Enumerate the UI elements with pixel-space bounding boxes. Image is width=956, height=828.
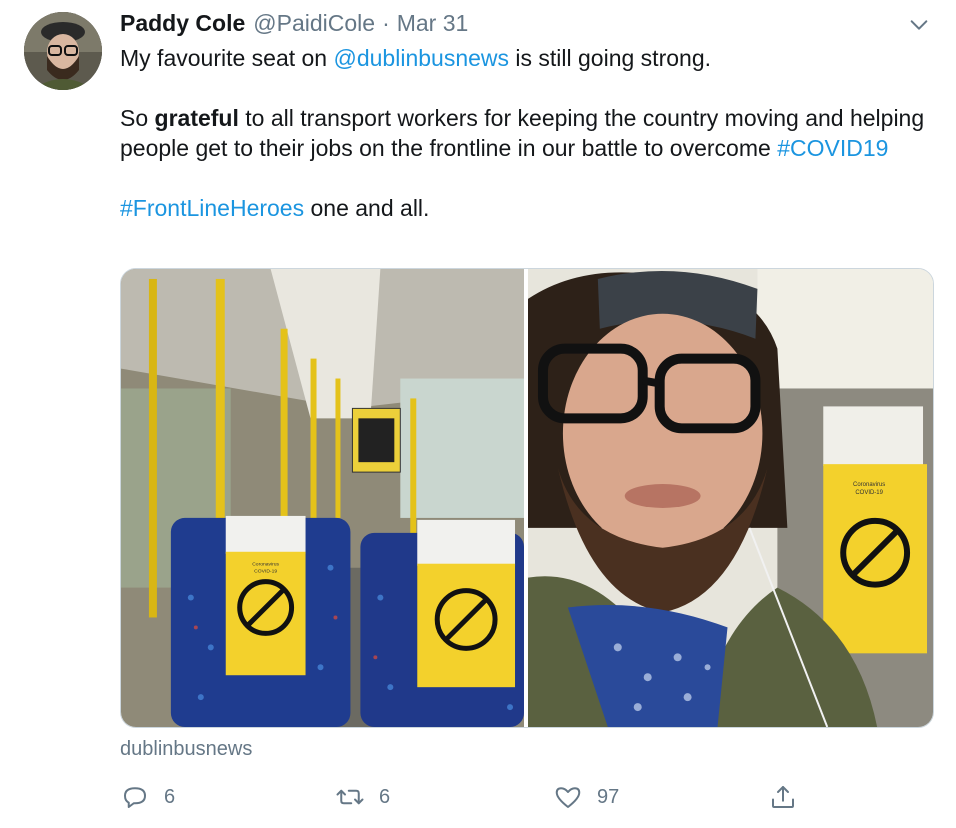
- avatar-image: [24, 12, 102, 90]
- hashtag-covid19[interactable]: #COVID19: [777, 135, 888, 161]
- author-handle[interactable]: @PaidiCole: [253, 10, 375, 37]
- like-button[interactable]: 97: [553, 780, 619, 814]
- separator-dot: ·: [382, 10, 390, 36]
- reply-icon: [124, 787, 146, 808]
- retweet-button[interactable]: 6: [335, 780, 390, 814]
- tweet-line-3: #FrontLineHeroes one and all.: [120, 195, 430, 221]
- mention-link[interactable]: @dublinbusnews: [334, 45, 510, 71]
- heart-icon: [555, 787, 581, 808]
- right-sign-label-2: COVID-19: [855, 490, 883, 496]
- retweet-icon: [336, 789, 364, 805]
- reply-button[interactable]: 6: [120, 780, 175, 814]
- media-source-account[interactable]: dublinbusnews: [120, 738, 252, 761]
- tweet-line-1: My favourite seat on @dublinbusnews is s…: [120, 45, 711, 71]
- photo-selfie[interactable]: Coronavirus COVID-19: [528, 269, 933, 727]
- left-sign-label-1: Coronavirus: [252, 562, 279, 568]
- hashtag-frontlineheroes[interactable]: #FrontLineHeroes: [120, 195, 304, 221]
- tweet-text: My favourite seat on @dublinbusnews is s…: [120, 43, 940, 223]
- like-count: 97: [597, 785, 620, 808]
- avatar[interactable]: [24, 12, 102, 90]
- tweet-actions: 6 6 97: [120, 780, 810, 814]
- right-sign-label-1: Coronavirus: [853, 482, 885, 488]
- tweet-date[interactable]: Mar 31: [397, 10, 469, 37]
- photo-bus-interior[interactable]: Coronavirus COVID-19: [121, 269, 524, 727]
- share-icon: [772, 786, 794, 808]
- tweet-line-2: So grateful to all transport workers for…: [120, 105, 925, 161]
- tweet-header: Paddy Cole @PaidiCole · Mar 31: [120, 10, 468, 42]
- reply-count: 6: [164, 785, 176, 808]
- bold-word: grateful: [154, 105, 239, 131]
- retweet-count: 6: [379, 785, 391, 808]
- share-button[interactable]: [768, 780, 812, 814]
- tweet-media: Coronavirus COVID-19 Coronavirus COVID-1…: [120, 268, 934, 728]
- tweet-card[interactable]: Paddy Cole @PaidiCole · Mar 31 My favour…: [0, 0, 956, 828]
- chevron-down-icon[interactable]: [908, 14, 930, 36]
- left-sign-label-2: COVID-19: [254, 569, 277, 575]
- author-name[interactable]: Paddy Cole: [120, 10, 245, 37]
